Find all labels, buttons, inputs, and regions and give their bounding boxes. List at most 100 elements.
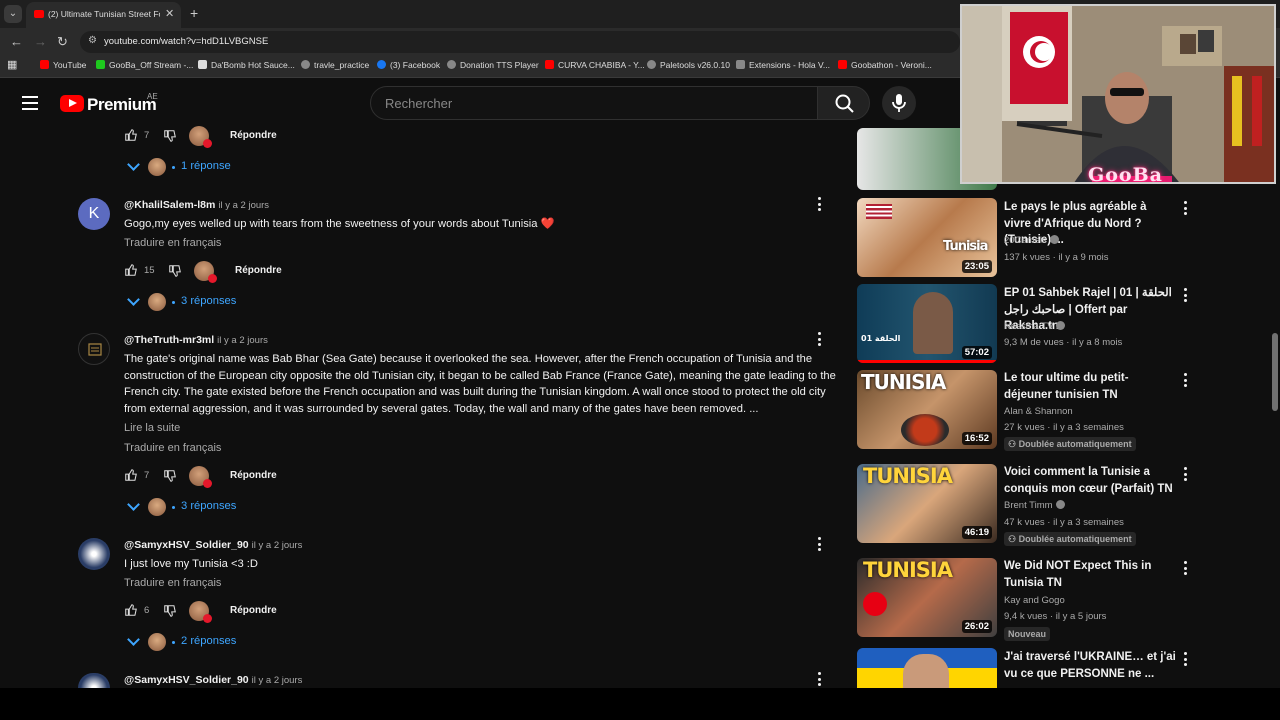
bookmark-curva-chabiba[interactable]: CURVA CHABIBA - Y...	[545, 60, 645, 74]
video-thumbnail[interactable]: TUNISIA 26:02	[857, 558, 997, 637]
comment-more-icon[interactable]	[818, 197, 822, 214]
globe-icon	[447, 60, 456, 69]
like-thumb-icon[interactable]	[124, 468, 138, 482]
channel-name[interactable]: Alan & Shannon	[1004, 406, 1073, 417]
avatar[interactable]	[78, 673, 110, 688]
video-thumbnail[interactable]: TUNISIA 46:19	[857, 464, 997, 543]
like-thumb-icon[interactable]	[124, 263, 138, 277]
puzzle-icon	[736, 60, 745, 69]
bookmark-extensions[interactable]: Extensions - Hola V...	[736, 60, 830, 74]
translate-link[interactable]: Traduire en français	[124, 577, 221, 589]
verified-check-icon	[1049, 235, 1059, 244]
scrollbar-thumb[interactable]	[1272, 333, 1278, 411]
comment-more-icon[interactable]	[818, 332, 822, 349]
tunisia-flag-icon	[863, 592, 887, 616]
bookmark-paletools[interactable]: Paletools v26.0.10	[647, 60, 730, 74]
verified-check-icon	[1056, 321, 1066, 330]
like-thumb-icon[interactable]	[124, 128, 138, 142]
video-meta: 137 k vues · il y a 9 mois	[1004, 252, 1109, 263]
like-count: 7	[144, 130, 150, 141]
menu-hamburger-icon[interactable]	[22, 96, 38, 114]
youtube-premium-logo-text[interactable]: Premium	[87, 95, 157, 115]
comment-timestamp[interactable]: il y a 2 jours	[252, 675, 303, 686]
translate-link[interactable]: Traduire en français	[124, 442, 221, 454]
comment-text: The gate's original name was Bab Bhar (S…	[124, 353, 836, 416]
reply-button[interactable]: Répondre	[230, 130, 277, 141]
comment-more-icon[interactable]	[818, 672, 822, 689]
site-info-icon[interactable]: ⚙	[88, 35, 97, 46]
channel-name[interactable]: 20Camels	[1004, 235, 1059, 246]
webcam-overlay: GooBa	[960, 4, 1276, 184]
avatar[interactable]	[78, 538, 110, 570]
comment-author[interactable]: @SamyxHSV_Soldier_90 il y a 2 jours	[124, 539, 302, 551]
search-input[interactable]: Rechercher	[370, 86, 818, 120]
country-code: AE	[147, 92, 158, 101]
avatar[interactable]	[78, 333, 110, 365]
read-more-link[interactable]: Lire la suite	[124, 422, 180, 434]
comment-timestamp[interactable]: il y a 2 jours	[252, 540, 303, 551]
thumbnail-caption: 01 الحلقة	[861, 334, 901, 343]
address-bar[interactable]: ⚙ youtube.com/watch?v=hdD1LVBGNSE	[80, 31, 960, 53]
channel-name[interactable]: Brent Timm	[1004, 500, 1065, 511]
avatar[interactable]: K	[78, 198, 110, 230]
person-figure	[913, 292, 953, 354]
comment-author[interactable]: @KhalilSalem-l8m il y a 2 jours	[124, 199, 269, 211]
comment-more-icon[interactable]	[818, 537, 822, 554]
dislike-thumb-icon[interactable]	[168, 264, 182, 278]
video-title[interactable]: J'ai traversé l'UKRAINE… et j'ai vu ce q…	[1004, 649, 1176, 685]
video-more-icon[interactable]	[1184, 288, 1188, 305]
chevron-down-icon	[127, 498, 140, 511]
back-arrow-icon[interactable]: ←	[10, 34, 23, 49]
comment-timestamp[interactable]: il y a 2 jours	[217, 335, 268, 346]
video-more-icon[interactable]	[1184, 467, 1188, 484]
active-tab[interactable]: (2) Ultimate Tunisian Street Foo ✕	[26, 2, 181, 28]
reply-button[interactable]: Répondre	[235, 265, 282, 276]
dislike-thumb-icon[interactable]	[163, 469, 177, 483]
bookmark-youtube[interactable]: YouTube	[40, 60, 86, 74]
bookmark-dabomb[interactable]: Da'Bomb Hot Sauce...	[198, 60, 295, 74]
video-title[interactable]: Le tour ultime du petit-déjeuner tunisie…	[1004, 370, 1176, 403]
tab-search-chevron-icon[interactable]: ⌄	[4, 5, 22, 23]
search-button[interactable]	[817, 86, 870, 120]
new-tab-plus-icon[interactable]: +	[190, 5, 198, 21]
reload-icon[interactable]: ↻	[57, 34, 68, 50]
dislike-thumb-icon[interactable]	[163, 129, 177, 143]
video-more-icon[interactable]	[1184, 373, 1188, 390]
dislike-thumb-icon[interactable]	[163, 604, 177, 618]
bookmark-goobathon[interactable]: Goobathon - Veroni...	[838, 60, 932, 74]
thumbnail-caption: Tunisia	[943, 239, 988, 254]
close-tab-icon[interactable]: ✕	[165, 7, 174, 20]
comment-author[interactable]: @SamyxHSV_Soldier_90 il y a 2 jours	[124, 674, 302, 686]
channel-name[interactable]: Kay and Gogo	[1004, 595, 1065, 606]
new-badge: Nouveau	[1004, 627, 1051, 641]
video-more-icon[interactable]	[1184, 652, 1188, 669]
replier-avatar	[148, 633, 166, 651]
video-more-icon[interactable]	[1184, 201, 1188, 218]
video-title[interactable]: Voici comment la Tunisie a conquis mon c…	[1004, 464, 1176, 497]
apps-grid-icon[interactable]: ▦	[7, 58, 17, 72]
like-thumb-icon[interactable]	[124, 603, 138, 617]
bookmark-facebook[interactable]: (3) Facebook	[377, 60, 440, 74]
like-count: 7	[144, 470, 150, 481]
globe-icon	[647, 60, 656, 69]
youtube-logo-icon[interactable]	[60, 95, 84, 112]
video-thumbnail[interactable]: TUNISIA 16:52	[857, 370, 997, 449]
video-thumbnail[interactable]	[857, 648, 997, 688]
dot-separator	[172, 301, 175, 304]
bookmark-gooba-stream[interactable]: GooBa_Off Stream -...	[96, 60, 193, 74]
reply-button[interactable]: Répondre	[230, 605, 277, 616]
voice-search-button[interactable]	[882, 86, 916, 120]
translate-link[interactable]: Traduire en français	[124, 237, 221, 249]
video-thumbnail[interactable]: 01 الحلقة 57:02	[857, 284, 997, 363]
bookmark-travle[interactable]: travle_practice	[301, 60, 369, 74]
reply-button[interactable]: Répondre	[230, 470, 277, 481]
channel-name[interactable]: Nessma TV	[1004, 321, 1066, 332]
video-more-icon[interactable]	[1184, 561, 1188, 578]
bookmark-donation-tts[interactable]: Donation TTS Player	[447, 60, 539, 74]
video-title[interactable]: We Did NOT Expect This in Tunisia TN	[1004, 558, 1176, 591]
video-thumbnail[interactable]: Tunisia 23:05	[857, 198, 997, 277]
forward-arrow-icon[interactable]: →	[34, 34, 47, 49]
comment-timestamp[interactable]: il y a 2 jours	[218, 200, 269, 211]
comment-text: I just love my Tunisia <3 :D	[124, 558, 258, 570]
comment-author[interactable]: @TheTruth-mr3ml il y a 2 jours	[124, 334, 268, 346]
